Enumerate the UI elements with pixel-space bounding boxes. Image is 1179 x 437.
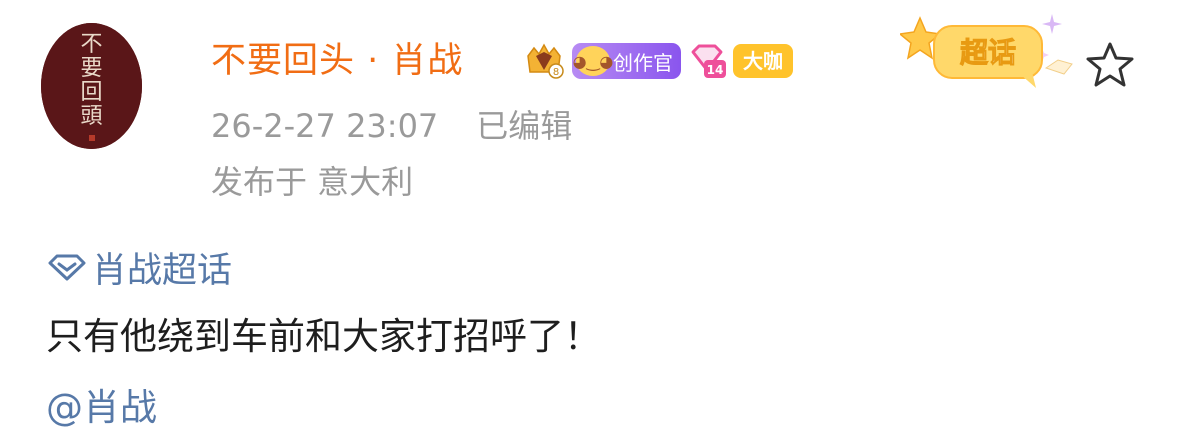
post-body: 只有他绕到车前和大家打招呼了！ [46, 315, 601, 358]
supertopic-link[interactable]: 肖战超话 [46, 242, 232, 292]
level-diamond-icon[interactable]: 14 [687, 42, 727, 80]
sparkle-icon [1042, 14, 1062, 34]
supertopic-sticker[interactable]: 超话 [900, 8, 1076, 92]
supertopic-label: 肖战超话 [92, 250, 233, 291]
creator-badge[interactable]: ◕‿◕ 创作官 [572, 43, 681, 79]
creator-badge-label: 创作官 [613, 50, 673, 75]
post-timestamp: 26-2-27 23:07 [211, 107, 439, 145]
mention-link[interactable]: @肖战 [46, 377, 157, 431]
creator-mascot-icon: ◕‿◕ [573, 46, 613, 76]
level-number: 14 [707, 63, 724, 77]
author-badges: 8 ◕‿◕ 创作官 14 大咖 [522, 42, 793, 80]
crown-level: 8 [553, 67, 559, 78]
post-meta: 26-2-27 23:07 已编辑 [211, 101, 572, 147]
daka-badge[interactable]: 大咖 [733, 44, 793, 78]
edited-label[interactable]: 已编辑 [476, 107, 572, 145]
avatar[interactable]: 不 要 回 頭 [41, 23, 142, 149]
author-name[interactable]: 不要回头 · 肖战 [211, 36, 463, 86]
sticker-label: 超话 [960, 36, 1016, 69]
post-location: 发布于 意大利 [211, 163, 414, 201]
star-icon[interactable] [1082, 38, 1138, 94]
diamond-icon [48, 254, 86, 281]
avatar-calligraphy: 不 要 回 頭 [80, 32, 103, 129]
crown-badge-icon[interactable]: 8 [522, 42, 566, 80]
